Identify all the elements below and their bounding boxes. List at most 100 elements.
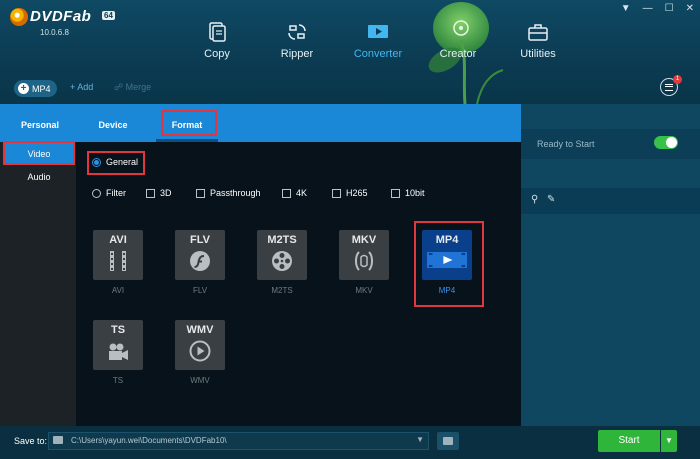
chevron-down-icon[interactable]: ▼: [416, 435, 424, 444]
general-option[interactable]: General: [92, 157, 138, 167]
popup-tabs: Personal Device Format: [0, 104, 521, 142]
bottom-bar: Save to: C:\Users\yayun.wei\Documents\DV…: [0, 426, 700, 459]
close-icon[interactable]: ✕: [686, 4, 694, 14]
general-radio[interactable]: [92, 157, 101, 167]
start-button[interactable]: Start: [598, 430, 660, 452]
category-video[interactable]: Video: [4, 143, 74, 165]
option-3d[interactable]: 3D: [146, 188, 172, 198]
option-h265[interactable]: H265: [332, 188, 368, 198]
format-tile: WMV: [175, 320, 225, 370]
maximize-icon[interactable]: ☐: [665, 4, 674, 14]
toolbox-icon: [528, 24, 548, 41]
label-3d: 3D: [160, 188, 172, 198]
dropdown-arrow-icon[interactable]: ▼: [621, 4, 631, 14]
flash-icon: [190, 251, 210, 271]
share-icon[interactable]: ⚲: [531, 195, 541, 205]
format-mkv[interactable]: MKV MKV: [338, 230, 390, 295]
checkbox-10bit[interactable]: [391, 188, 400, 198]
format-wmv[interactable]: WMV WMV: [174, 320, 226, 385]
save-to-label: Save to:: [14, 436, 48, 446]
nav-copy-label: Copy: [204, 48, 230, 60]
film-reel-icon: [272, 251, 292, 271]
label-10bit: 10bit: [405, 188, 425, 198]
checkbox-passthrough[interactable]: [196, 188, 205, 198]
video-camera-icon: [109, 343, 128, 360]
film-strip-icon: [110, 251, 126, 271]
nav-copy[interactable]: Copy: [177, 22, 257, 60]
category-audio[interactable]: Audio: [4, 166, 74, 188]
filter-label: Filter: [106, 188, 126, 198]
format-ts[interactable]: TS TS: [92, 320, 144, 385]
toolbar: + MP4 + Add ☍ Merge: [0, 78, 700, 98]
nav-creator-label: Creator: [439, 48, 477, 60]
nav-creator[interactable]: Creator: [418, 22, 498, 60]
format-mp4[interactable]: MP4 MP4: [421, 230, 473, 295]
format-m2ts[interactable]: M2TS M2TS: [256, 230, 308, 295]
task-toggle[interactable]: [654, 136, 678, 149]
format-flv[interactable]: FLV FLV: [174, 230, 226, 295]
general-label: General: [106, 157, 139, 167]
format-avi[interactable]: AVI AVI: [92, 230, 144, 295]
checkbox-h265[interactable]: [332, 188, 341, 198]
tab-device[interactable]: Device: [80, 104, 146, 142]
nav-utilities-label: Utilities: [520, 48, 556, 60]
nav-converter[interactable]: Converter: [338, 22, 418, 60]
filter-option[interactable]: Filter: [92, 188, 126, 198]
option-4k[interactable]: 4K: [282, 188, 307, 198]
start-options-button[interactable]: ▼: [661, 430, 677, 452]
task-panel: Ready to Start ⚲ ✎: [521, 104, 700, 426]
creator-icon: [447, 22, 469, 42]
label-h265: H265: [346, 188, 368, 198]
format-label: MP4: [438, 286, 456, 295]
matroska-icon: [355, 251, 373, 271]
profile-popup: Personal Device Format Video Audio Gener…: [0, 104, 521, 426]
label-4k: 4K: [296, 188, 308, 198]
menu-lines-icon: [665, 83, 673, 91]
nav-ripper[interactable]: Ripper: [257, 22, 337, 60]
category-list: Video Audio: [0, 142, 76, 426]
copy-icon: [209, 22, 226, 42]
notification-badge: 1: [673, 75, 682, 84]
checkbox-4k[interactable]: [282, 188, 291, 198]
edit-icon[interactable]: ✎: [547, 195, 557, 205]
task-status: Ready to Start: [537, 139, 595, 149]
label-passthrough: Passthrough: [210, 188, 261, 198]
nav-ripper-label: Ripper: [280, 48, 314, 60]
profile-button[interactable]: + MP4: [14, 80, 57, 97]
format-label: WMV: [190, 376, 210, 385]
option-10bit[interactable]: 10bit: [391, 188, 425, 198]
module-nav: Copy Ripper Converter Creator Utilities: [0, 22, 700, 72]
play-circle-icon: [189, 340, 211, 362]
format-tile: M2TS: [257, 230, 307, 280]
ripper-icon: [288, 24, 306, 40]
plus-circle-icon: +: [18, 83, 29, 94]
format-tile: AVI: [93, 230, 143, 280]
option-passthrough[interactable]: Passthrough: [196, 188, 261, 198]
filter-radio[interactable]: [92, 188, 101, 198]
checkbox-3d[interactable]: [146, 188, 155, 198]
play-screen-icon: [427, 252, 467, 268]
format-tile: MP4: [422, 230, 472, 280]
arch-badge: 64: [102, 11, 115, 20]
output-path: C:\Users\yayun.wei\Documents\DVDFab10\: [71, 436, 227, 445]
output-path-field[interactable]: C:\Users\yayun.wei\Documents\DVDFab10\ ▼: [48, 432, 429, 450]
header: DVDFab 64 10.0.6.8 ▼ — ☐ ✕ Copy Ripper C…: [0, 0, 700, 104]
tab-personal[interactable]: Personal: [6, 104, 74, 142]
nav-converter-label: Converter: [353, 48, 403, 60]
format-tile: FLV: [175, 230, 225, 280]
profile-label: MP4: [32, 83, 51, 94]
format-tile: TS: [93, 320, 143, 370]
task-tools: ⚲ ✎: [531, 195, 557, 205]
nav-utilities[interactable]: Utilities: [498, 22, 578, 60]
format-label: TS: [112, 376, 124, 385]
minimize-icon[interactable]: —: [643, 4, 653, 14]
browse-folder-button[interactable]: [437, 432, 459, 450]
merge-button[interactable]: ☍ Merge: [114, 82, 151, 93]
folder-icon: [53, 436, 63, 444]
format-label: MKV: [355, 286, 373, 295]
add-button[interactable]: + Add: [70, 82, 93, 92]
tab-format[interactable]: Format: [156, 104, 218, 142]
format-tile: MKV: [339, 230, 389, 280]
format-label: FLV: [192, 286, 208, 295]
format-content: General Filter 3D Passthrough 4K H265 10…: [76, 142, 521, 426]
